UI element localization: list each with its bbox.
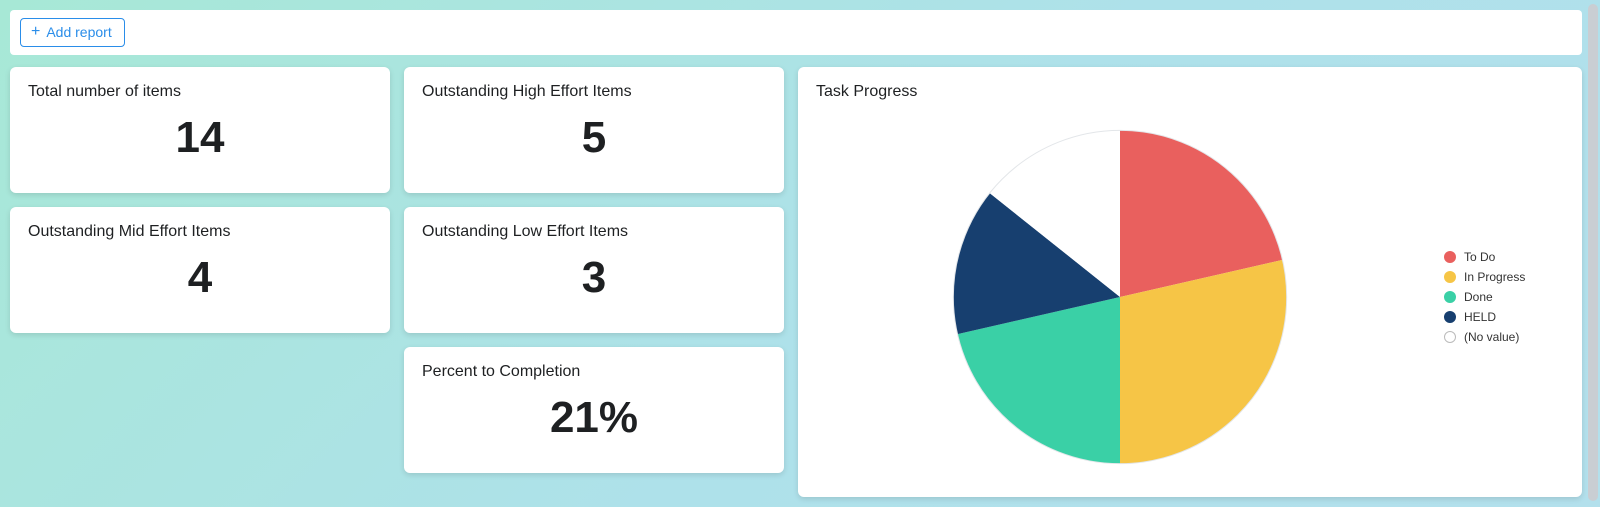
add-report-button[interactable]: + Add report [20, 18, 125, 47]
card-title: Total number of items [28, 83, 372, 101]
legend-label: To Do [1464, 250, 1495, 264]
scrollbar-thumb[interactable] [1588, 4, 1598, 501]
card-title: Outstanding High Effort Items [422, 83, 766, 101]
swatch-icon [1444, 331, 1456, 343]
pie-chart [816, 122, 1424, 472]
card-value: 21% [422, 387, 766, 446]
legend-item-novalue[interactable]: (No value) [1444, 330, 1564, 344]
legend-item-held[interactable]: HELD [1444, 310, 1564, 324]
legend-label: Done [1464, 290, 1493, 304]
legend-item-inprog[interactable]: In Progress [1444, 270, 1564, 284]
card-value: 14 [28, 107, 372, 166]
card-high-effort[interactable]: Outstanding High Effort Items 5 [404, 67, 784, 193]
chart-legend: To Do In Progress Done HELD [1444, 250, 1564, 344]
swatch-icon [1444, 311, 1456, 323]
card-total-items[interactable]: Total number of items 14 [10, 67, 390, 193]
legend-label: (No value) [1464, 330, 1519, 344]
toolbar: + Add report [10, 10, 1582, 55]
card-pct-complete[interactable]: Percent to Completion 21% [404, 347, 784, 473]
card-value: 4 [28, 247, 372, 306]
legend-item-todo[interactable]: To Do [1444, 250, 1564, 264]
card-value: 3 [422, 247, 766, 306]
swatch-icon [1444, 291, 1456, 303]
legend-item-done[interactable]: Done [1444, 290, 1564, 304]
swatch-icon [1444, 271, 1456, 283]
card-title: Outstanding Low Effort Items [422, 223, 766, 241]
swatch-icon [1444, 251, 1456, 263]
legend-label: In Progress [1464, 270, 1525, 284]
chart-title: Task Progress [816, 83, 1564, 101]
plus-icon: + [31, 24, 40, 40]
card-low-effort[interactable]: Outstanding Low Effort Items 3 [404, 207, 784, 333]
card-mid-effort[interactable]: Outstanding Mid Effort Items 4 [10, 207, 390, 333]
add-report-label: Add report [46, 23, 111, 41]
card-value: 5 [422, 107, 766, 166]
card-task-progress[interactable]: Task Progress To Do In Progress [798, 67, 1582, 497]
legend-label: HELD [1464, 310, 1496, 324]
card-title: Percent to Completion [422, 363, 766, 381]
card-title: Outstanding Mid Effort Items [28, 223, 372, 241]
scrollbar[interactable] [1588, 4, 1598, 501]
